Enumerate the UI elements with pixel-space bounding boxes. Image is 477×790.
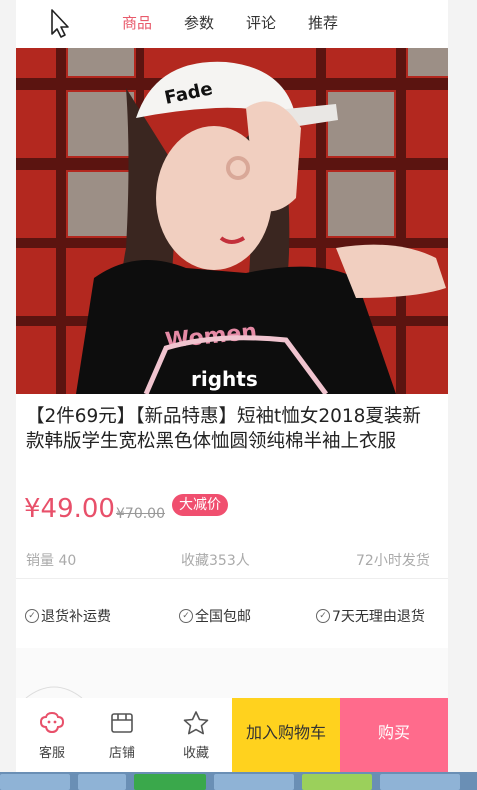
guarantee-free-shipping: ✓ 全国包邮 (179, 606, 251, 626)
favorite-label: 收藏 (182, 746, 209, 761)
service-icon (39, 711, 65, 734)
service-label: 客服 (38, 746, 65, 761)
product-image[interactable]: Fade Women rights (16, 48, 448, 394)
guarantee-7day-return: ✓ 7天无理由退货 (316, 606, 425, 626)
shop-button[interactable]: 店铺 (92, 704, 152, 761)
guarantee-label: 全国包邮 (195, 609, 251, 625)
tab-recommend[interactable]: 推荐 (308, 12, 338, 33)
bottom-action-bar: 客服 店铺 收藏 加入购物车 购买 (16, 698, 448, 772)
favorite-button[interactable]: 收藏 (166, 704, 226, 761)
left-gutter (0, 0, 16, 772)
sales-count: 销量 40 (26, 553, 77, 569)
tab-params[interactable]: 参数 (184, 12, 214, 33)
os-taskbar (0, 772, 477, 790)
guarantee-label: 退货补运费 (41, 609, 111, 625)
taskbar-item[interactable] (214, 774, 294, 790)
scroll-arc (25, 686, 83, 698)
product-page: 商品 参数 评论 推荐 Fade Women rights 【2件69元】【新品… (16, 0, 448, 772)
check-icon: ✓ (179, 609, 193, 623)
check-icon: ✓ (316, 609, 330, 623)
taskbar-item[interactable] (78, 774, 126, 790)
taskbar-item[interactable] (0, 774, 70, 790)
buy-button[interactable]: 购买 (340, 698, 448, 772)
star-icon (183, 711, 209, 735)
guarantee-return-shipping: ✓ 退货补运费 (25, 606, 111, 626)
tab-reviews[interactable]: 评论 (246, 12, 276, 33)
taskbar-item[interactable] (302, 774, 372, 790)
guarantee-label: 7天无理由退货 (332, 609, 425, 625)
add-to-cart-button[interactable]: 加入购物车 (232, 698, 340, 772)
shirt-print-bottom: rights (191, 367, 258, 391)
shop-label: 店铺 (108, 746, 135, 761)
favorites-count: 收藏353人 (181, 553, 250, 569)
original-price: ¥70.00 (116, 506, 165, 522)
check-icon: ✓ (25, 609, 39, 623)
sale-badge: 大减价 (172, 494, 228, 516)
tab-goods[interactable]: 商品 (122, 12, 152, 33)
product-price: ¥49.00 (24, 494, 115, 524)
back-arrow-icon[interactable] (42, 6, 76, 40)
right-gutter (448, 0, 477, 772)
service-button[interactable]: 客服 (22, 704, 82, 761)
product-info: 【2件69元】【新品特惠】短袖t恤女2018夏装新款韩版学生宽松黑色体恤圆领纯棉… (16, 394, 448, 648)
shop-icon (111, 713, 133, 733)
taskbar-item[interactable] (134, 774, 206, 790)
taskbar-item[interactable] (380, 774, 460, 790)
product-title: 【2件69元】【新品特惠】短袖t恤女2018夏装新款韩版学生宽松黑色体恤圆领纯棉… (26, 406, 421, 452)
divider (16, 578, 448, 579)
top-nav: 商品 参数 评论 推荐 (16, 0, 448, 48)
section-gap (16, 648, 448, 698)
shipping-time: 72小时发货 (356, 553, 430, 569)
